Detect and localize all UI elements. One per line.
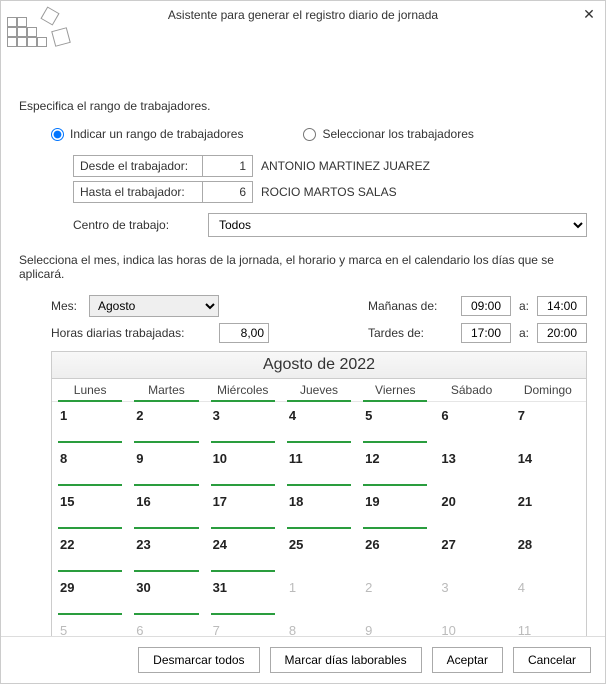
calendar-day[interactable]: 2 — [128, 402, 204, 445]
calendar-day[interactable]: 18 — [281, 488, 357, 531]
calendar-day[interactable]: 31 — [205, 574, 281, 617]
month-select[interactable]: Agosto — [89, 295, 219, 317]
radio-select[interactable]: Seleccionar los trabajadores — [303, 127, 473, 141]
from-worker-label: Desde el trabajador: — [73, 155, 203, 177]
titlebar: Asistente para generar el registro diari… — [1, 1, 605, 29]
calendar-day[interactable]: 28 — [510, 531, 586, 574]
calendar-day[interactable]: 13 — [433, 445, 509, 488]
calendar-day[interactable]: 22 — [52, 531, 128, 574]
hours-label: Horas diarias trabajadas: — [51, 326, 219, 340]
calendar-day[interactable]: 11 — [281, 445, 357, 488]
radio-select-input[interactable] — [303, 128, 316, 141]
cancel-button[interactable]: Cancelar — [513, 647, 591, 673]
accept-button[interactable]: Aceptar — [432, 647, 503, 673]
calendar-weekday: Viernes — [357, 379, 433, 402]
calendar-weekday: Sábado — [433, 379, 509, 402]
calendar-day[interactable]: 9 — [128, 445, 204, 488]
window-title: Asistente para generar el registro diari… — [168, 8, 438, 22]
calendar-day[interactable]: 5 — [357, 402, 433, 445]
calendar-day[interactable]: 16 — [128, 488, 204, 531]
center-select[interactable]: Todos — [208, 213, 587, 237]
from-worker-name: ANTONIO MARTINEZ JUAREZ — [253, 159, 430, 173]
calendar-weekday: Miércoles — [205, 379, 281, 402]
calendar-day[interactable]: 2 — [357, 574, 433, 617]
calendar-weekday: Martes — [128, 379, 204, 402]
section-calendar-label: Selecciona el mes, indica las horas de l… — [19, 253, 587, 281]
calendar-day[interactable]: 19 — [357, 488, 433, 531]
calendar-day[interactable]: 10 — [205, 445, 281, 488]
calendar-day[interactable]: 23 — [128, 531, 204, 574]
close-icon[interactable]: ✕ — [581, 7, 597, 23]
from-worker-num[interactable]: 1 — [203, 155, 253, 177]
radio-range[interactable]: Indicar un rango de trabajadores — [51, 127, 243, 141]
footer: Desmarcar todos Marcar días laborables A… — [1, 636, 605, 683]
to-worker-name: ROCIO MARTOS SALAS — [253, 185, 397, 199]
calendar-day[interactable]: 14 — [510, 445, 586, 488]
morning-to-input[interactable] — [537, 296, 587, 316]
calendar-day[interactable]: 6 — [433, 402, 509, 445]
calendar-day[interactable]: 20 — [433, 488, 509, 531]
a-label-1: a: — [519, 299, 529, 313]
calendar-weekday: Lunes — [52, 379, 128, 402]
calendar-title: Agosto de 2022 — [52, 352, 586, 379]
hours-input[interactable] — [219, 323, 269, 343]
a-label-2: a: — [519, 326, 529, 340]
mark-workdays-button[interactable]: Marcar días laborables — [270, 647, 422, 673]
to-worker-label: Hasta el trabajador: — [73, 181, 203, 203]
calendar-day[interactable]: 26 — [357, 531, 433, 574]
morning-label: Mañanas de: — [368, 299, 453, 313]
morning-from-input[interactable] — [461, 296, 511, 316]
calendar-day[interactable]: 21 — [510, 488, 586, 531]
afternoon-from-input[interactable] — [461, 323, 511, 343]
calendar-day[interactable]: 15 — [52, 488, 128, 531]
unmark-all-button[interactable]: Desmarcar todos — [138, 647, 259, 673]
calendar-day[interactable]: 4 — [510, 574, 586, 617]
afternoon-to-input[interactable] — [537, 323, 587, 343]
afternoon-label: Tardes de: — [368, 326, 453, 340]
to-worker-num[interactable]: 6 — [203, 181, 253, 203]
calendar-day[interactable]: 24 — [205, 531, 281, 574]
section-workers-label: Especifica el rango de trabajadores. — [19, 99, 587, 113]
calendar-day[interactable]: 25 — [281, 531, 357, 574]
calendar-day[interactable]: 3 — [433, 574, 509, 617]
center-label: Centro de trabajo: — [73, 218, 208, 232]
month-label: Mes: — [51, 299, 89, 313]
radio-range-input[interactable] — [51, 128, 64, 141]
calendar-day[interactable]: 27 — [433, 531, 509, 574]
calendar-day[interactable]: 1 — [52, 402, 128, 445]
calendar-weekday: Jueves — [281, 379, 357, 402]
calendar-day[interactable]: 29 — [52, 574, 128, 617]
calendar-day[interactable]: 30 — [128, 574, 204, 617]
calendar-day[interactable]: 1 — [281, 574, 357, 617]
calendar-weekday: Domingo — [510, 379, 586, 402]
calendar-day[interactable]: 3 — [205, 402, 281, 445]
calendar-day[interactable]: 4 — [281, 402, 357, 445]
calendar-day[interactable]: 7 — [510, 402, 586, 445]
calendar-day[interactable]: 17 — [205, 488, 281, 531]
calendar-day[interactable]: 8 — [52, 445, 128, 488]
calendar-day[interactable]: 12 — [357, 445, 433, 488]
calendar: Agosto de 2022 LunesMartesMiércolesJueve… — [51, 351, 587, 661]
app-logo — [5, 5, 85, 61]
